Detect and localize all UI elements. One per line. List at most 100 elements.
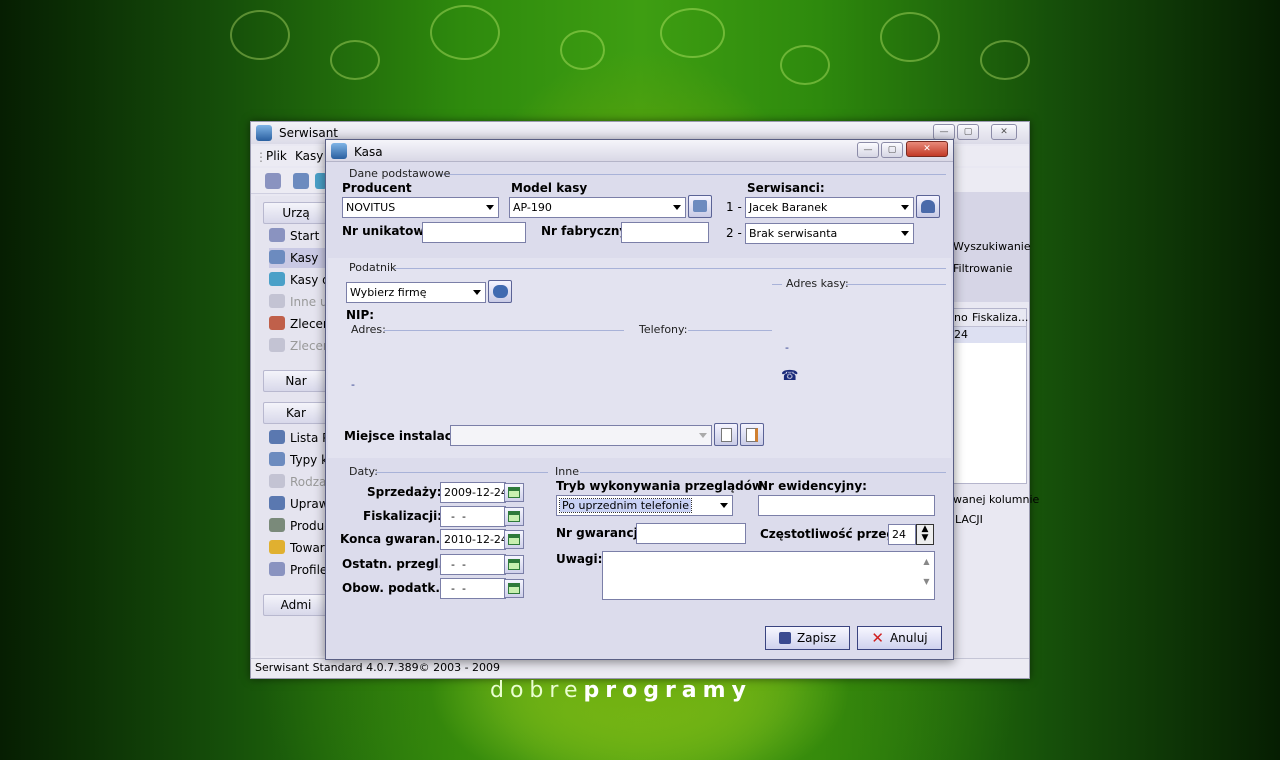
review-freq-spinner[interactable]: ▲ ▼ bbox=[916, 524, 934, 545]
nav-item-profile[interactable]: Profile p bbox=[269, 560, 331, 580]
model-select[interactable]: AP-190 bbox=[509, 197, 686, 218]
watermark-light: dobre bbox=[490, 678, 584, 703]
servicer1-select[interactable]: Jacek Baranek bbox=[745, 197, 914, 218]
nav-item-zlecenia-2[interactable]: Zleceni bbox=[269, 336, 331, 356]
search-icon bbox=[269, 272, 285, 286]
servicer2-select[interactable]: Brak serwisanta bbox=[745, 223, 914, 244]
nav-item-towary[interactable]: Towary bbox=[269, 538, 331, 558]
nav-item-zlecenia[interactable]: Zleceni bbox=[269, 314, 331, 334]
edit-document-button[interactable] bbox=[740, 423, 764, 446]
profile-icon bbox=[269, 562, 285, 576]
grid-cell[interactable]: 24 bbox=[954, 328, 968, 341]
minimize-button[interactable]: — bbox=[933, 124, 955, 140]
nav-item-inne-urz[interactable]: Inne urz bbox=[269, 292, 331, 312]
search-link[interactable]: Wyszukiwanie bbox=[953, 240, 1031, 253]
warranty-no-field[interactable] bbox=[636, 523, 746, 544]
review-freq-field[interactable]: 24 bbox=[888, 524, 916, 545]
model-label: Model kasy bbox=[511, 181, 588, 195]
nav-group-admin[interactable]: Admi bbox=[263, 594, 329, 616]
section-dates-legend: Daty: bbox=[349, 465, 378, 478]
nav-item-rodzaje[interactable]: Rodzaje bbox=[269, 472, 331, 492]
servicers-label: Serwisanci: bbox=[747, 181, 825, 195]
dialog-maximize-button[interactable]: ▢ bbox=[881, 142, 903, 158]
tax-duty-field[interactable]: - - bbox=[440, 578, 506, 599]
nav-item-kasy-do[interactable]: Kasy do bbox=[269, 270, 331, 290]
producer-select[interactable]: NOVITUS bbox=[342, 197, 499, 218]
nav-group-devices[interactable]: Urzą bbox=[263, 202, 329, 224]
chevron-down-icon bbox=[673, 205, 681, 210]
factory-no-field[interactable] bbox=[621, 222, 709, 243]
nav-item-start[interactable]: Start bbox=[269, 226, 331, 246]
tax-duty-calendar-button[interactable] bbox=[504, 579, 524, 598]
warranty-end-field[interactable]: 2010-12-24 bbox=[440, 529, 506, 550]
model-lookup-button[interactable] bbox=[688, 195, 712, 218]
warranty-end-calendar-button[interactable] bbox=[504, 530, 524, 549]
nav-item-typy[interactable]: Typy ka bbox=[269, 450, 331, 470]
calendar-icon bbox=[508, 534, 520, 545]
last-review-field[interactable]: - - bbox=[440, 554, 506, 575]
nav-item-uprawnienia[interactable]: Uprawn bbox=[269, 494, 331, 514]
register-icon bbox=[269, 452, 285, 466]
chevron-down-icon bbox=[901, 231, 909, 236]
menu-kasy[interactable]: Kasy bbox=[295, 149, 323, 163]
register-icon[interactable] bbox=[293, 173, 309, 189]
watermark: dobreprogramy bbox=[490, 678, 752, 703]
grid-header-fiscal[interactable]: Fiskaliza... bbox=[972, 311, 1028, 324]
dialog-close-button[interactable]: ✕ bbox=[906, 141, 948, 157]
sale-date-calendar-button[interactable] bbox=[504, 483, 524, 502]
nav-item-producenci[interactable]: Produce bbox=[269, 516, 331, 536]
nav-item-kasy[interactable]: Kasy bbox=[269, 248, 331, 268]
phones-label: Telefony: bbox=[639, 323, 688, 336]
close-button[interactable]: ✕ bbox=[991, 124, 1017, 140]
servicer2-index: 2 - bbox=[726, 226, 742, 240]
fiscal-date-calendar-button[interactable] bbox=[504, 507, 524, 526]
register-icon bbox=[269, 250, 285, 264]
filter-link[interactable]: Filtrowanie bbox=[953, 262, 1013, 275]
register-address-label: Adres kasy: bbox=[786, 277, 849, 290]
review-mode-label: Tryb wykonywania przeglądów: bbox=[556, 479, 768, 493]
dialog-minimize-button[interactable]: — bbox=[857, 142, 879, 158]
nav-group-tools[interactable]: Nar bbox=[263, 370, 329, 392]
last-review-calendar-button[interactable] bbox=[504, 555, 524, 574]
save-icon bbox=[778, 632, 791, 644]
evidence-no-field[interactable] bbox=[758, 495, 935, 516]
status-text: Serwisant Standard 4.0.7.389© 2003 - 200… bbox=[255, 661, 501, 674]
chevron-down-icon bbox=[720, 503, 728, 508]
dialog-titlebar: Kasa — ▢ ✕ bbox=[326, 140, 953, 162]
permissions-icon bbox=[269, 496, 285, 510]
notes-textarea[interactable] bbox=[602, 551, 935, 600]
fiscal-date-field[interactable]: - - bbox=[440, 506, 506, 527]
dialog-icon bbox=[331, 143, 347, 159]
install-place-select[interactable] bbox=[450, 425, 712, 446]
cancel-button[interactable]: ✕ Anuluj bbox=[857, 626, 942, 650]
close-icon: ✕ bbox=[871, 629, 884, 647]
servicer1-index: 1 - bbox=[726, 200, 742, 214]
right-pane: Wyszukiwanie Filtrowanie no Fiskaliza...… bbox=[951, 192, 1039, 652]
maximize-button[interactable]: ▢ bbox=[957, 124, 979, 140]
chevron-down-icon bbox=[486, 205, 494, 210]
notes-scrollbar[interactable]: ▲ ▼ bbox=[919, 552, 934, 599]
nav-group-cards[interactable]: Kar bbox=[263, 402, 329, 424]
unique-no-field[interactable] bbox=[422, 222, 526, 243]
review-mode-select[interactable]: Po uprzednim telefonie bbox=[556, 495, 733, 516]
new-document-button[interactable] bbox=[714, 423, 738, 446]
factory-no-label: Nr fabryczny: bbox=[541, 224, 633, 238]
grid-header-no[interactable]: no bbox=[954, 311, 968, 324]
main-window-title: Serwisant bbox=[279, 126, 338, 140]
company-lookup-button[interactable] bbox=[488, 280, 512, 303]
sale-date-field[interactable]: 2009-12-24 bbox=[440, 482, 506, 503]
gear-icon bbox=[269, 518, 285, 532]
save-button[interactable]: Zapisz bbox=[765, 626, 850, 650]
menu-plik[interactable]: Plik bbox=[266, 149, 287, 163]
order-icon bbox=[269, 316, 285, 330]
company-select[interactable]: Wybierz firmę bbox=[346, 282, 486, 303]
users-icon bbox=[492, 285, 508, 298]
producer-label: Producent bbox=[342, 181, 412, 195]
nav-item-lista[interactable]: Lista Po bbox=[269, 428, 331, 448]
users-icon bbox=[269, 430, 285, 444]
order-disabled-icon bbox=[269, 338, 285, 352]
home-icon[interactable] bbox=[265, 173, 281, 189]
tree-icon bbox=[269, 474, 285, 488]
document-icon bbox=[720, 428, 732, 442]
servicer-edit-button[interactable] bbox=[916, 195, 940, 218]
